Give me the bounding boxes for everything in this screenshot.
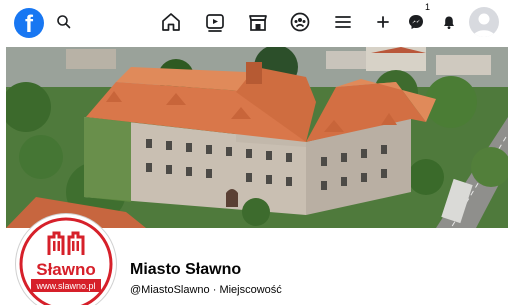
- logo-url-text: www.slawno.pl: [35, 281, 95, 291]
- subtitle-separator: ·: [209, 284, 220, 296]
- create-plus-icon[interactable]: [371, 10, 395, 34]
- slawno-coat-of-arms-logo: Sławno www.slawno.pl: [19, 217, 113, 305]
- menu-icon[interactable]: [331, 10, 355, 34]
- marketplace-icon[interactable]: [246, 10, 270, 34]
- page-title: Miasto Sławno: [130, 261, 242, 278]
- town-hall-aerial-image: [6, 47, 508, 228]
- page-category[interactable]: Miejscowość: [219, 284, 281, 296]
- messenger-icon[interactable]: [404, 10, 428, 34]
- logo-title-text: Sławno: [36, 260, 96, 279]
- page-handle: @MiastoSlawno: [130, 284, 210, 296]
- facebook-logo-letter: f: [25, 11, 33, 38]
- page-subtitle: @MiastoSlawno · Miejscowość: [130, 284, 282, 296]
- facebook-logo-icon[interactable]: f: [14, 8, 44, 38]
- home-icon[interactable]: [159, 10, 183, 34]
- groups-icon[interactable]: [288, 10, 312, 34]
- profile-picture[interactable]: Sławno www.slawno.pl: [16, 214, 116, 305]
- search-icon[interactable]: [54, 12, 74, 32]
- account-avatar[interactable]: [469, 7, 499, 37]
- messenger-badge: 1: [425, 2, 431, 12]
- watch-video-icon[interactable]: [203, 10, 227, 34]
- default-user-icon: [473, 13, 495, 37]
- page-profile-header: Sławno www.slawno.pl Miasto Sławno @Mias…: [0, 214, 508, 305]
- cover-photo[interactable]: [6, 47, 508, 228]
- notifications-bell-icon[interactable]: [437, 10, 461, 34]
- top-navigation-bar: f 1: [0, 0, 508, 44]
